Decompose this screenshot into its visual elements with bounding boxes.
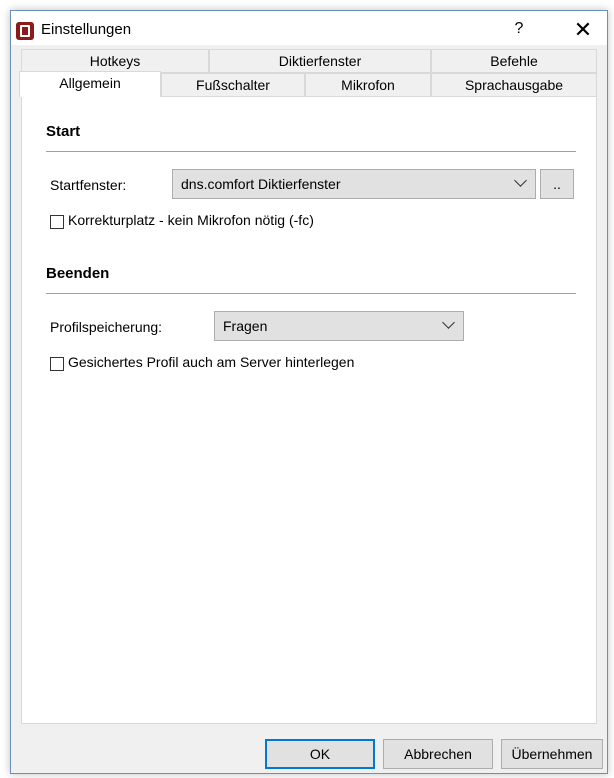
window-title: Einstellungen [41,21,132,38]
settings-dialog: Einstellungen ? ✕ Hotkeys Diktierfenster… [10,10,608,774]
tab-fussschalter[interactable]: Fußschalter [161,73,305,97]
app-icon [16,22,34,40]
korrekturplatz-label: Korrekturplatz - kein Mikrofon nötig (-f… [68,212,314,228]
tab-mikrofon[interactable]: Mikrofon [305,73,431,97]
general-panel: Start Startfenster: dns.comfort Diktierf… [21,96,597,724]
startfenster-value: dns.comfort Diktierfenster [181,176,341,192]
section-beenden-title: Beenden [46,265,110,282]
chevron-down-icon [442,316,455,329]
tab-diktierfenster[interactable]: Diktierfenster [209,49,431,73]
chevron-down-icon [514,174,527,187]
help-button[interactable]: ? [505,20,533,42]
title-bar: Einstellungen ? ✕ [11,11,607,45]
section-start-title: Start [46,123,81,140]
start-divider [46,151,576,152]
close-icon[interactable]: ✕ [563,17,603,43]
ok-button[interactable]: OK [265,739,375,769]
server-profile-label: Gesichertes Profil auch am Server hinter… [68,354,355,370]
profilspeicherung-value: Fragen [223,318,268,334]
browse-button[interactable]: .. [540,169,574,199]
korrekturplatz-checkbox[interactable] [50,215,64,229]
tab-hotkeys[interactable]: Hotkeys [21,49,209,73]
server-profile-checkbox[interactable] [50,357,64,371]
profilspeicherung-label: Profilspeicherung: [50,319,163,335]
cancel-button[interactable]: Abbrechen [383,739,493,769]
tab-allgemein[interactable]: Allgemein [19,71,161,97]
startfenster-label: Startfenster: [50,177,127,193]
tab-sprachausgabe[interactable]: Sprachausgabe [431,73,597,97]
tab-befehle[interactable]: Befehle [431,49,597,73]
apply-button[interactable]: Übernehmen [501,739,603,769]
beenden-divider [46,293,576,294]
profilspeicherung-select[interactable]: Fragen [214,311,464,341]
startfenster-select[interactable]: dns.comfort Diktierfenster [172,169,536,199]
